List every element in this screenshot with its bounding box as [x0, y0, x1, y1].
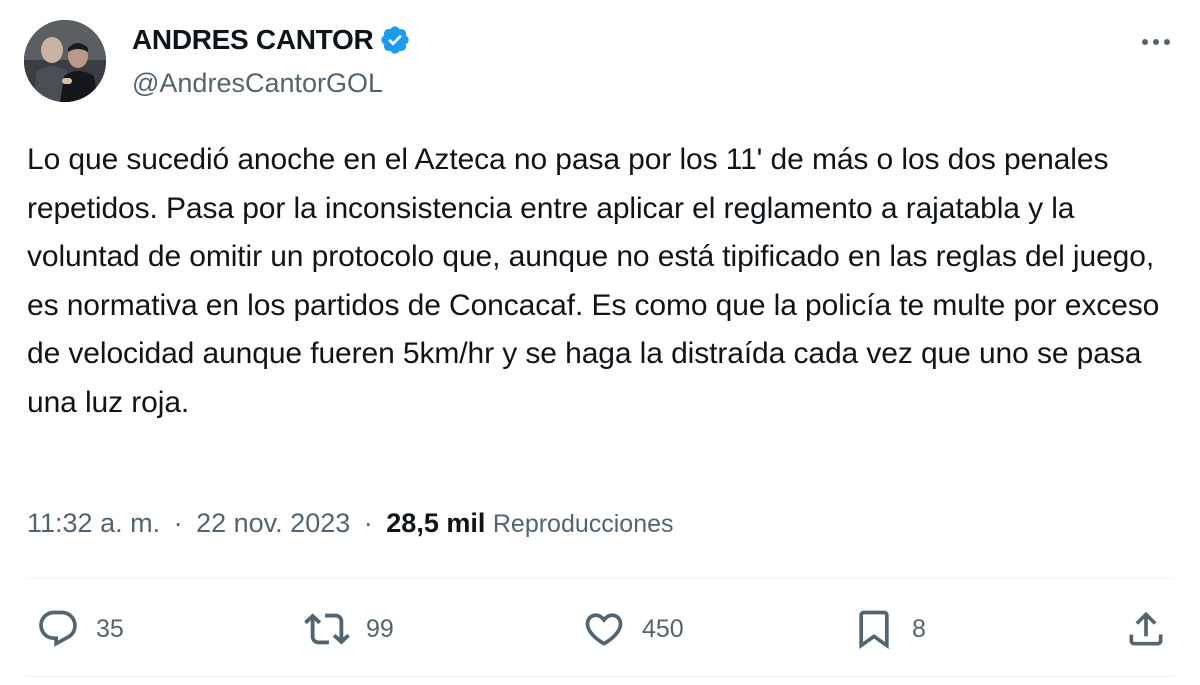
retweet-icon — [304, 613, 350, 645]
tweet-card: ANDRES CANTOR @AndresCantorGOL Lo que su… — [0, 0, 1200, 685]
more-dots-icon — [1142, 39, 1170, 45]
share-icon — [1129, 611, 1163, 646]
verified-badge-icon[interactable] — [379, 24, 411, 56]
more-options-button[interactable] — [1136, 30, 1176, 54]
views-label: Reproducciones — [492, 510, 674, 538]
bookmark-count: 8 — [912, 614, 926, 643]
reply-icon — [39, 610, 77, 647]
tweet-time[interactable]: 11:32 a. m. — [27, 508, 160, 538]
retweet-button[interactable]: 99 — [304, 606, 394, 652]
views-count: 28,5 mil — [386, 508, 486, 538]
retweet-count: 99 — [366, 614, 394, 643]
tweet-meta: 11:32 a. m. · 22 nov. 2023 · 28,5 mil Re… — [27, 508, 674, 539]
divider — [26, 578, 1174, 579]
reply-count: 35 — [96, 614, 124, 643]
like-count: 450 — [642, 614, 684, 643]
tweet-text: Lo que sucedió anoche en el Azteca no pa… — [27, 143, 1160, 419]
reply-button[interactable]: 35 — [36, 606, 124, 652]
bookmark-icon — [859, 610, 889, 650]
like-button[interactable]: 450 — [582, 606, 684, 652]
meta-separator: · — [173, 508, 183, 538]
tweet-date[interactable]: 22 nov. 2023 — [196, 508, 350, 538]
meta-separator: · — [363, 508, 373, 538]
author-name-text[interactable]: ANDRES CANTOR — [132, 24, 374, 56]
avatar-photo — [24, 20, 106, 102]
author-handle[interactable]: @AndresCantorGOL — [132, 68, 383, 99]
divider — [26, 676, 1174, 677]
heart-icon — [585, 613, 623, 646]
author-name[interactable]: ANDRES CANTOR — [132, 24, 411, 56]
bookmark-button[interactable]: 8 — [852, 606, 926, 652]
avatar[interactable] — [24, 20, 106, 102]
share-button[interactable] — [1124, 606, 1168, 652]
